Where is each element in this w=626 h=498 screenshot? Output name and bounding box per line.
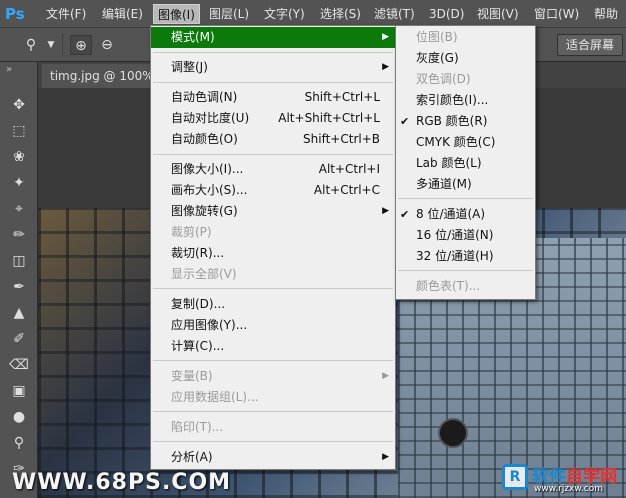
submenu-item-multichannel[interactable]: 多通道(M) bbox=[396, 174, 535, 195]
menu-item-auto-color[interactable]: 自动颜色(O) Shift+Ctrl+B bbox=[151, 129, 395, 150]
menu-item-auto-contrast[interactable]: 自动对比度(U) Alt+Shift+Ctrl+L bbox=[151, 108, 395, 129]
submenu-item-lab-color[interactable]: Lab 颜色(L) bbox=[396, 153, 535, 174]
image-menu-dropdown: 模式(M) ▶ 调整(J) ▶ 自动色调(N) Shift+Ctrl+L 自动对比度(… bbox=[150, 25, 396, 470]
divider bbox=[62, 34, 63, 56]
menu-separator bbox=[398, 198, 533, 199]
rjzxw-url: www.rjzxw.com bbox=[534, 484, 603, 494]
menu-separator bbox=[153, 360, 393, 361]
submenu-item-rgb-color[interactable]: ✔ RGB 颜色(R) bbox=[396, 111, 535, 132]
menu-separator bbox=[153, 52, 393, 53]
healing-brush-tool-icon[interactable]: ◫ bbox=[7, 250, 31, 272]
menu-separator bbox=[398, 270, 533, 271]
zoom-out-icon[interactable]: ⊖ bbox=[96, 35, 118, 55]
chevron-down-icon[interactable]: ▼ bbox=[40, 35, 62, 55]
history-brush-tool-icon[interactable]: ✐ bbox=[7, 328, 31, 350]
crop-tool-icon[interactable]: ⌖ bbox=[7, 198, 31, 220]
menu-item-trap: 陷印(T)... bbox=[171, 420, 224, 434]
submenu-item-cmyk-color[interactable]: CMYK 颜色(C) bbox=[396, 132, 535, 153]
menu-item-analysis[interactable]: 分析(A) ▶ bbox=[151, 447, 395, 468]
zoom-in-icon[interactable]: ⊕ bbox=[70, 35, 92, 55]
menu-layer[interactable]: 图层(L) bbox=[205, 4, 253, 24]
submenu-item-bitmap: 位图(B) bbox=[416, 30, 458, 44]
submenu-item-indexed-color[interactable]: 索引颜色(I)... bbox=[396, 90, 535, 111]
menu-separator bbox=[153, 82, 393, 83]
quick-select-tool-icon[interactable]: ✦ bbox=[7, 172, 31, 194]
menu-separator bbox=[153, 288, 393, 289]
submenu-item-8-bit[interactable]: ✔ 8 位/通道(A) bbox=[396, 204, 535, 225]
menu-help[interactable]: 帮助 bbox=[590, 4, 622, 24]
checkmark-icon: ✔ bbox=[400, 208, 410, 221]
blur-tool-icon[interactable]: ● bbox=[7, 406, 31, 428]
eraser-tool-icon[interactable]: ⌫ bbox=[7, 354, 31, 376]
submenu-item-grayscale[interactable]: 灰度(G) bbox=[396, 48, 535, 69]
menu-item-apply-image[interactable]: 应用图像(Y)... bbox=[151, 315, 395, 336]
photoshop-logo[interactable]: Ps bbox=[5, 3, 31, 25]
move-tool-icon[interactable]: ✥ bbox=[7, 94, 31, 116]
menu-item-adjustments[interactable]: 调整(J) ▶ bbox=[151, 57, 395, 78]
menu-select[interactable]: 选择(S) bbox=[316, 4, 365, 24]
menu-3d[interactable]: 3D(D) bbox=[425, 4, 468, 24]
menu-item-duplicate[interactable]: 复制(D)... bbox=[151, 294, 395, 315]
menu-separator bbox=[153, 154, 393, 155]
menu-separator bbox=[153, 441, 393, 442]
menu-item-calculations[interactable]: 计算(C)... bbox=[151, 336, 395, 357]
menu-item-auto-tone[interactable]: 自动色调(N) Shift+Ctrl+L bbox=[151, 87, 395, 108]
menu-item-canvas-size[interactable]: 画布大小(S)... Alt+Ctrl+C bbox=[151, 180, 395, 201]
menu-view[interactable]: 视图(V) bbox=[473, 4, 523, 24]
submenu-item-duotone: 双色调(D) bbox=[416, 72, 471, 86]
clone-stamp-tool-icon[interactable]: ▲ bbox=[7, 302, 31, 324]
collapse-grip-icon[interactable]: » bbox=[6, 64, 12, 75]
brush-tool-icon[interactable]: ✒ bbox=[7, 276, 31, 298]
tools-panel: » ✥ ⬚ ❀ ✦ ⌖ ✏ ◫ ✒ ▲ ✐ ⌫ ▣ ● ⚲ ✑ bbox=[0, 62, 38, 498]
menu-item-image-size[interactable]: 图像大小(I)... Alt+Ctrl+I bbox=[151, 159, 395, 180]
marquee-tool-icon[interactable]: ⬚ bbox=[7, 120, 31, 142]
eyedropper-tool-icon[interactable]: ✏ bbox=[7, 224, 31, 246]
rjzxw-logo: R bbox=[502, 464, 528, 490]
menu-item-reveal-all: 显示全部(V) bbox=[171, 267, 237, 281]
checkmark-icon: ✔ bbox=[400, 115, 410, 128]
menu-edit[interactable]: 编辑(E) bbox=[98, 4, 147, 24]
dodge-tool-icon[interactable]: ⚲ bbox=[7, 432, 31, 454]
mode-submenu: 位图(B) 灰度(G) 双色调(D) 索引颜色(I)... ✔ RGB 颜色(R… bbox=[395, 25, 536, 300]
menu-item-trim[interactable]: 裁切(R)... bbox=[151, 243, 395, 264]
zoom-tool-icon[interactable]: ⚲ bbox=[20, 35, 42, 55]
menu-item-apply-data-set: 应用数据组(L)... bbox=[171, 390, 259, 404]
menu-item-variables: 变量(B) ▶ bbox=[171, 369, 389, 383]
menu-item-image-rotation[interactable]: 图像旋转(G) ▶ bbox=[151, 201, 395, 222]
menu-bar: Ps 文件(F) 编辑(E) 图像(I) 图层(L) 文字(Y) 选择(S) 滤… bbox=[0, 0, 626, 28]
menu-window[interactable]: 窗口(W) bbox=[530, 4, 583, 24]
fit-screen-button[interactable]: 适合屏幕 bbox=[557, 34, 624, 56]
watermark-rjzxw: R 软件自学网 www.rjzxw.com bbox=[502, 462, 624, 496]
lasso-tool-icon[interactable]: ❀ bbox=[7, 146, 31, 168]
menu-file[interactable]: 文件(F) bbox=[42, 4, 90, 24]
gradient-tool-icon[interactable]: ▣ bbox=[7, 380, 31, 402]
menu-separator bbox=[153, 411, 393, 412]
watermark-68ps: WWW.68PS.COM bbox=[12, 470, 232, 495]
submenu-item-color-table: 颜色表(T)... bbox=[416, 279, 481, 293]
menu-type[interactable]: 文字(Y) bbox=[260, 4, 309, 24]
submenu-item-32-bit[interactable]: 32 位/通道(H) bbox=[396, 246, 535, 267]
menu-filter[interactable]: 滤镜(T) bbox=[370, 4, 419, 24]
menu-image[interactable]: 图像(I) bbox=[153, 4, 200, 24]
menu-item-mode[interactable]: 模式(M) ▶ bbox=[151, 27, 395, 48]
street-lamp-region bbox=[438, 418, 468, 448]
submenu-item-16-bit[interactable]: 16 位/通道(N) bbox=[396, 225, 535, 246]
menu-item-crop: 裁剪(P) bbox=[171, 225, 212, 239]
